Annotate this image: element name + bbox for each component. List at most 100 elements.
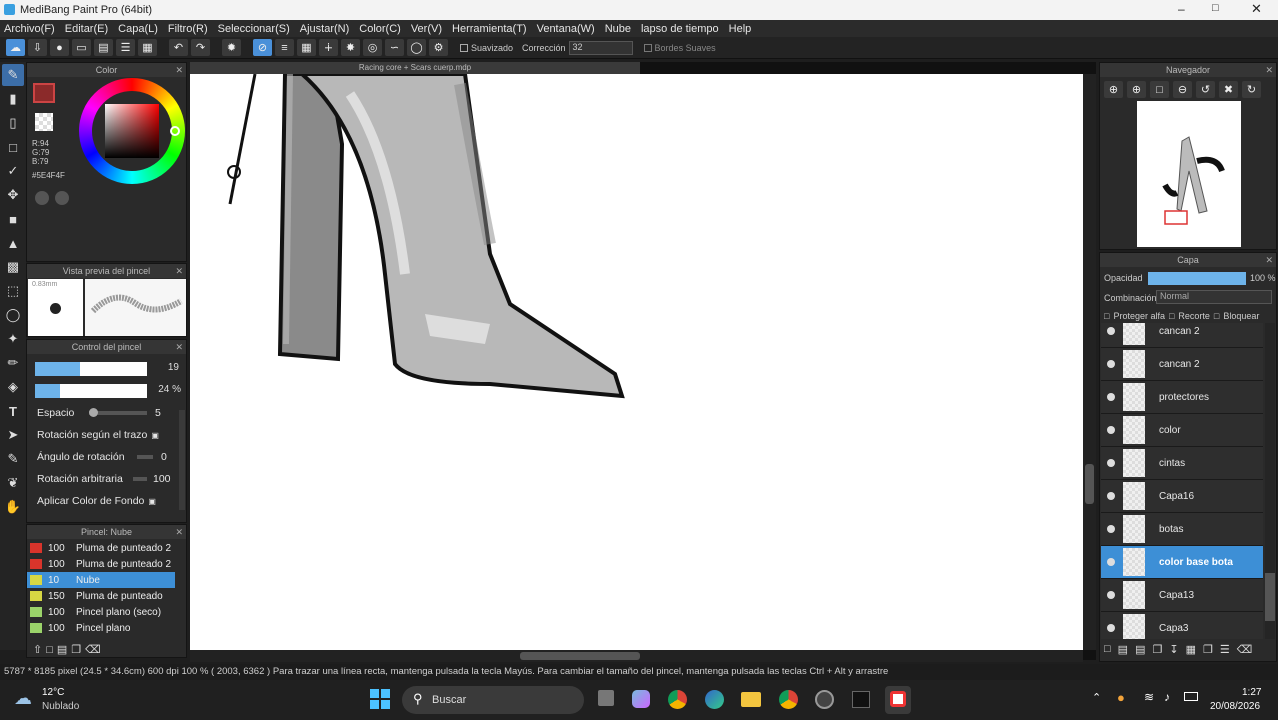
panel-close-icon[interactable]: ✕ xyxy=(175,340,183,354)
layer-row[interactable]: botas xyxy=(1101,513,1263,546)
bg-color-row[interactable]: Aplicar Color de Fondo ▣ xyxy=(27,490,177,512)
layer-scrollbar[interactable] xyxy=(1265,323,1275,639)
divide-tool-icon[interactable]: ✎ xyxy=(2,448,24,470)
snap-curve-icon[interactable]: ∽ xyxy=(385,39,404,56)
clip-checkbox[interactable]: □ xyxy=(1169,311,1174,321)
microphone-icon[interactable]: ● xyxy=(1117,690,1125,705)
taskbar-search[interactable]: ⚲ Buscar xyxy=(402,686,584,714)
minimize-icon[interactable]: – xyxy=(1178,2,1185,16)
panel-close-icon[interactable]: ✕ xyxy=(175,63,183,77)
chrome-icon[interactable] xyxy=(668,690,687,709)
smooth-checkbox[interactable] xyxy=(460,43,468,52)
protect-alpha-checkbox[interactable]: □ xyxy=(1104,311,1109,321)
document-tab[interactable]: Racing core + Scars cuerp.mdp xyxy=(190,62,640,74)
snap-off-icon[interactable]: ⊘ xyxy=(253,39,272,56)
layer-row[interactable]: Capa13 xyxy=(1101,579,1263,612)
layer-row[interactable]: color base bota xyxy=(1101,546,1263,579)
zoom-in-icon[interactable]: ⊕ xyxy=(1104,81,1123,98)
select-eraser-icon[interactable]: ◈ xyxy=(2,376,24,398)
visibility-eye-icon[interactable] xyxy=(1107,624,1115,632)
task-view-icon[interactable] xyxy=(598,690,614,706)
visibility-eye-icon[interactable] xyxy=(1107,393,1115,401)
opacity-value[interactable]: 24 % xyxy=(149,384,181,398)
layer-row[interactable]: Capa3 xyxy=(1101,612,1263,639)
brush-list-item[interactable]: 100 Pluma de punteado 2 xyxy=(27,540,175,556)
weather-desc[interactable]: Nublado xyxy=(42,701,79,712)
wifi-icon[interactable]: ≋ xyxy=(1144,690,1154,704)
rectangle-tool-icon[interactable]: □ xyxy=(2,136,24,158)
menu-lapso[interactable]: lapso de tiempo xyxy=(641,23,719,35)
opacity-slider[interactable] xyxy=(35,384,147,398)
merge-layer-icon[interactable]: ↧ xyxy=(1169,643,1178,656)
zoom-out-icon[interactable]: ⊖ xyxy=(1173,81,1192,98)
snap-parallel-icon[interactable]: ≡ xyxy=(275,39,294,56)
checkbox-icon[interactable]: ▣ xyxy=(151,431,159,440)
layer-row[interactable]: color xyxy=(1101,414,1263,447)
weather-icon[interactable]: ☁ xyxy=(14,688,32,709)
menu-capa[interactable]: Capa(L) xyxy=(118,23,158,35)
brush-control-scrollbar[interactable] xyxy=(179,410,185,510)
snap-circle-icon[interactable]: ◎ xyxy=(363,39,382,56)
size-value[interactable]: 19 xyxy=(155,362,179,376)
folder-icon[interactable]: ▦ xyxy=(1186,643,1196,656)
weather-temp[interactable]: 12°C xyxy=(42,687,64,698)
monitor-icon[interactable]: ▭ xyxy=(72,39,91,56)
primary-color-swatch[interactable] xyxy=(33,83,55,103)
saturation-square[interactable] xyxy=(105,104,159,158)
color-history-icon[interactable] xyxy=(35,191,49,205)
bucket-icon[interactable]: ▲ xyxy=(2,232,24,254)
menu-ver[interactable]: Ver(V) xyxy=(411,23,442,35)
visibility-eye-icon[interactable] xyxy=(1107,525,1115,533)
cloud-icon[interactable]: ☁ xyxy=(6,39,25,56)
fit-icon[interactable]: □ xyxy=(1150,81,1169,98)
menu-ventana[interactable]: Ventana(W) xyxy=(537,23,595,35)
flip-icon[interactable]: ✖ xyxy=(1219,81,1238,98)
visibility-eye-icon[interactable] xyxy=(1107,591,1115,599)
new-layer-2-icon[interactable]: ▤ xyxy=(1118,643,1128,656)
save-icon[interactable]: ⇩ xyxy=(28,39,47,56)
menu-ajustar[interactable]: Ajustar(N) xyxy=(300,23,350,35)
menu-seleccionar[interactable]: Seleccionar(S) xyxy=(218,23,290,35)
select-pen-icon[interactable]: ✏ xyxy=(2,352,24,374)
medibang-icon[interactable] xyxy=(885,686,911,714)
app-icon[interactable] xyxy=(815,690,834,709)
edge-icon[interactable] xyxy=(705,690,724,709)
document-icon[interactable]: ▤ xyxy=(94,39,113,56)
explorer-icon[interactable] xyxy=(741,692,761,707)
new-layer-icon[interactable]: □ xyxy=(1104,643,1111,656)
redo-icon[interactable]: ↷ xyxy=(191,39,210,56)
maximize-icon[interactable]: □ xyxy=(1212,2,1219,14)
blend-select[interactable]: Normal xyxy=(1156,290,1272,304)
soft-edges-checkbox[interactable] xyxy=(643,43,652,52)
copilot-icon[interactable] xyxy=(632,690,650,708)
eraser-soft-icon[interactable]: ▯ xyxy=(2,112,24,134)
visibility-eye-icon[interactable] xyxy=(1107,426,1115,434)
copy-brush-icon[interactable]: ❐ xyxy=(71,643,81,656)
close-icon[interactable]: ✕ xyxy=(1251,1,1262,17)
layer-row[interactable]: protectores xyxy=(1101,381,1263,414)
menu-herramienta[interactable]: Herramienta(T) xyxy=(452,23,527,35)
start-icon[interactable] xyxy=(370,689,390,709)
operation-icon[interactable]: ➤ xyxy=(2,424,24,446)
spacing-slider[interactable] xyxy=(89,408,147,417)
hand-tool-icon[interactable]: ✋ xyxy=(2,496,24,518)
snap-cross-icon[interactable]: ∔ xyxy=(319,39,338,56)
rotate-left-icon[interactable]: ↺ xyxy=(1196,81,1215,98)
brush-list-item[interactable]: 100 Pincel plano (seco) xyxy=(27,604,175,620)
add-brush-icon[interactable]: ▤ xyxy=(57,643,67,656)
visibility-eye-icon[interactable] xyxy=(1107,492,1115,500)
size-slider[interactable] xyxy=(35,362,147,376)
upload-brush-icon[interactable]: ⇧ xyxy=(33,643,42,656)
drawing-canvas[interactable] xyxy=(190,72,1083,650)
undo-icon[interactable]: ↶ xyxy=(169,39,188,56)
rotate-right-icon[interactable]: ↻ xyxy=(1242,81,1261,98)
settings-icon[interactable]: ⚙ xyxy=(429,39,448,56)
visibility-eye-icon[interactable] xyxy=(1107,459,1115,467)
select-rect-icon[interactable]: ⬚ xyxy=(2,280,24,302)
delete-brush-icon[interactable]: ⌫ xyxy=(85,643,101,656)
volume-icon[interactable]: ♪ xyxy=(1164,690,1170,704)
vertical-scrollbar[interactable] xyxy=(1083,74,1096,650)
secondary-color-swatch[interactable] xyxy=(35,113,53,131)
lock-checkbox[interactable]: □ xyxy=(1214,311,1219,321)
brush-list-item[interactable]: 100 Pluma de punteado 2 xyxy=(27,556,175,572)
